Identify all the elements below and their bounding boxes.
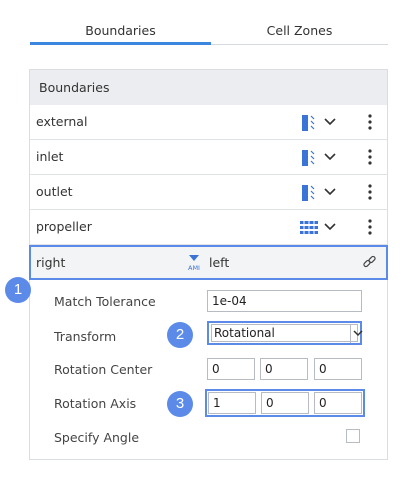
tab-bar: Boundaries Cell Zones: [30, 18, 388, 46]
chevron-down-icon: [353, 330, 363, 337]
boundary-name: propeller: [36, 219, 92, 234]
chevron-down-icon[interactable]: [324, 187, 336, 197]
rotation-center-label: Rotation Center: [54, 362, 153, 377]
patch-icon[interactable]: [302, 115, 316, 131]
match-tolerance-input[interactable]: 1e-04: [207, 290, 362, 312]
chevron-down-icon[interactable]: [324, 117, 336, 127]
panel-header: Boundaries: [30, 70, 387, 105]
interface-left-name: right: [36, 255, 66, 270]
more-options-icon[interactable]: [367, 184, 373, 200]
patch-icon[interactable]: [302, 185, 316, 201]
boundary-row-external[interactable]: external: [30, 105, 387, 140]
callout-badge-2: 2: [167, 322, 193, 348]
boundary-row-outlet[interactable]: outlet: [30, 175, 387, 210]
boundary-row-inlet[interactable]: inlet: [30, 140, 387, 175]
transform-select-value: Rotational: [214, 326, 275, 340]
interface-pair-row[interactable]: right AMI left: [29, 245, 388, 280]
rotation-axis-label: Rotation Axis: [54, 396, 137, 411]
transform-select[interactable]: Rotational: [211, 324, 363, 343]
transform-label: Transform: [54, 329, 117, 344]
callout-badge-3: 3: [167, 391, 193, 417]
interface-right-name: left: [209, 255, 230, 270]
patch-icon[interactable]: [302, 150, 316, 166]
rotation-center-y-input[interactable]: 0: [260, 358, 308, 380]
tab-boundaries[interactable]: Boundaries: [30, 18, 211, 44]
rotation-center-z-input[interactable]: 0: [314, 358, 362, 380]
rotation-axis-x-input[interactable]: 1: [208, 392, 256, 414]
tab-cell-zones[interactable]: Cell Zones: [211, 18, 388, 44]
chevron-down-icon[interactable]: [324, 152, 336, 162]
match-tolerance-label: Match Tolerance: [54, 294, 156, 309]
boundaries-panel: Boundaries external inlet outlet propell…: [29, 69, 388, 460]
wall-grid-icon[interactable]: [300, 221, 318, 234]
rotation-center-x-input[interactable]: 0: [207, 358, 255, 380]
link-icon[interactable]: [362, 255, 377, 270]
boundary-row-propeller[interactable]: propeller: [30, 210, 387, 245]
transform-select-highlight: Rotational: [207, 321, 363, 345]
dropdown-arrow[interactable]: [350, 325, 365, 343]
specify-angle-checkbox[interactable]: [346, 429, 360, 443]
ami-icon-label: AMI: [188, 264, 200, 272]
rotation-axis-y-input[interactable]: 0: [261, 392, 309, 414]
more-options-icon[interactable]: [367, 219, 373, 235]
callout-badge-1: 1: [5, 277, 31, 303]
chevron-down-icon[interactable]: [324, 222, 336, 232]
boundary-name: inlet: [36, 149, 64, 164]
active-tab-indicator: [30, 42, 211, 45]
ami-icon: AMI: [188, 255, 200, 272]
boundary-name: external: [36, 114, 88, 129]
specify-angle-label: Specify Angle: [54, 430, 140, 445]
more-options-icon[interactable]: [367, 114, 373, 130]
boundary-name: outlet: [36, 184, 73, 199]
more-options-icon[interactable]: [367, 149, 373, 165]
rotation-axis-z-input[interactable]: 0: [314, 392, 362, 414]
